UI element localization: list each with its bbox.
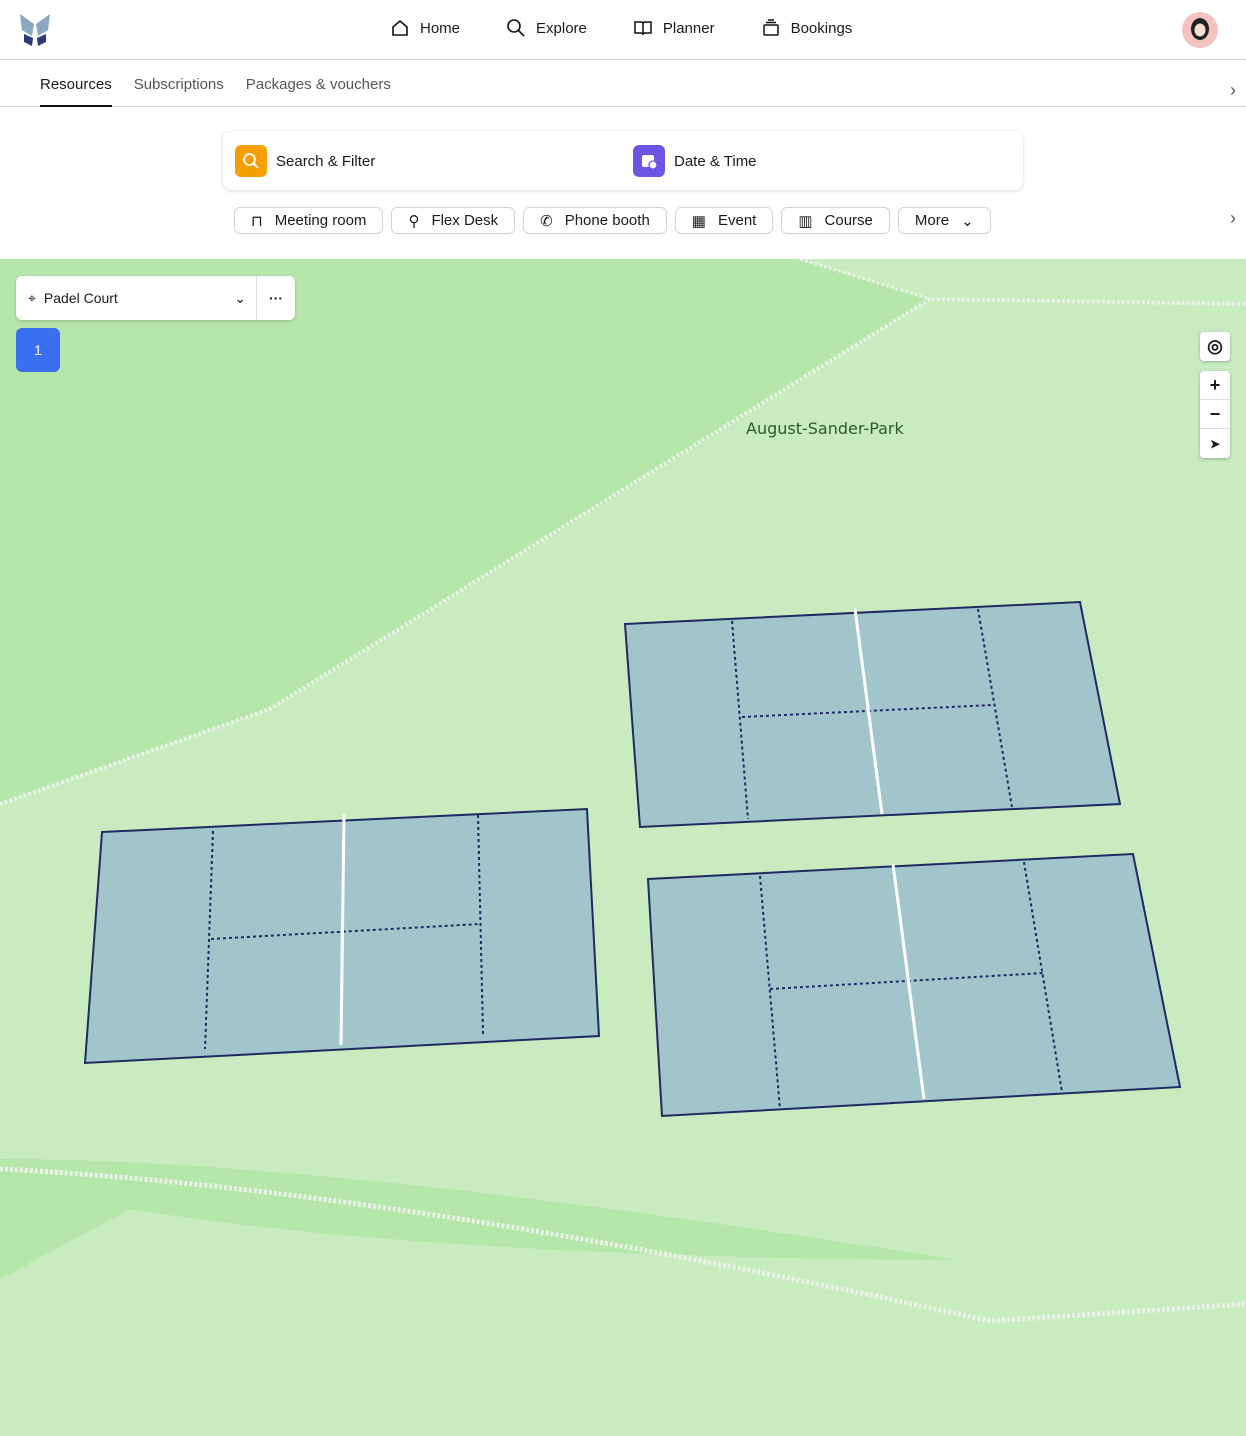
tab-subscriptions[interactable]: Subscriptions — [134, 60, 224, 107]
map[interactable]: ⌖ Padel Court ⌄ ··· 1 August-Sander-Park ◎… — [0, 259, 1246, 1436]
location-selector[interactable]: ⌖ Padel Court ⌄ ··· — [16, 276, 295, 320]
location-dropdown[interactable]: ⌖ Padel Court ⌄ — [16, 276, 257, 320]
chip-label: Meeting room — [274, 212, 367, 229]
result-count-badge[interactable]: 1 — [16, 328, 60, 372]
date-time-label: Date & Time — [674, 152, 757, 170]
chip-more[interactable]: More ⌄ — [897, 207, 991, 234]
compass-icon[interactable]: ➤ — [1200, 429, 1230, 458]
home-icon — [392, 19, 408, 36]
calendar-clock-icon — [633, 145, 665, 177]
chip-course[interactable]: ▥ Course — [781, 207, 890, 234]
nav-label: Explore — [536, 19, 587, 37]
nav-explore[interactable]: Explore — [506, 18, 587, 38]
chevron-down-icon: ⌄ — [234, 289, 246, 306]
chip-label: Flex Desk — [431, 212, 499, 229]
search-filter-button[interactable]: Search & Filter — [235, 145, 375, 177]
chip-event[interactable]: ▦ Event — [674, 207, 774, 234]
chip-label: Phone booth — [564, 212, 650, 229]
search-icon — [235, 145, 267, 177]
zoom-controls: + − ➤ — [1200, 371, 1230, 458]
top-nav: Home Explore Planner Bookings — [0, 0, 1246, 60]
locate-button[interactable]: ◎ — [1200, 332, 1230, 361]
chip-phone-booth[interactable]: ✆ Phone booth — [523, 207, 667, 234]
chevron-down-icon: ⌄ — [961, 212, 974, 230]
phone-icon: ✆ — [540, 212, 553, 230]
park-label: August-Sander-Park — [746, 419, 904, 438]
chips-scroll-right[interactable]: › — [1230, 208, 1236, 229]
chip-flex-desk[interactable]: ⚲ Flex Desk — [391, 207, 516, 234]
nav-home[interactable]: Home — [390, 18, 460, 38]
zoom-in-button[interactable]: + — [1200, 371, 1230, 400]
search-icon — [507, 19, 525, 37]
date-time-button[interactable]: Date & Time — [633, 145, 757, 177]
chevron-right-icon[interactable]: › — [1230, 80, 1236, 101]
chair-icon: ⚲ — [408, 212, 420, 230]
calendar-icon: ▦ — [691, 212, 706, 230]
books-icon: ▥ — [798, 212, 813, 230]
door-icon: ⊓ — [251, 212, 263, 230]
nav-label: Home — [420, 19, 461, 37]
search-panel: Search & Filter Date & Time — [223, 131, 1023, 190]
location-label: Padel Court — [43, 290, 118, 306]
category-chips: ⊓ Meeting room ⚲ Flex Desk ✆ Phone booth ▦ E… — [234, 207, 991, 234]
tab-packages[interactable]: Packages & vouchers — [246, 60, 391, 107]
stack-icon — [762, 19, 779, 36]
chip-label: Course — [824, 212, 873, 229]
avatar[interactable] — [1182, 12, 1218, 48]
tab-bar: Resources Subscriptions Packages & vouch… — [0, 60, 1246, 107]
more-options-button[interactable]: ··· — [257, 276, 295, 320]
nav-label: Bookings — [790, 19, 853, 37]
chip-meeting-room[interactable]: ⊓ Meeting room — [234, 207, 384, 234]
book-icon — [634, 21, 652, 36]
zoom-out-button[interactable]: − — [1200, 400, 1230, 429]
tab-resources[interactable]: Resources — [40, 60, 112, 107]
map-pin-icon: ⌖ — [28, 289, 36, 306]
locate-icon: ◎ — [1207, 336, 1223, 356]
chip-label: Event — [717, 212, 757, 229]
search-filter-label: Search & Filter — [276, 152, 376, 170]
nav-bookings[interactable]: Bookings — [761, 18, 853, 38]
map-canvas — [0, 259, 1246, 1436]
chip-label: More — [914, 212, 950, 229]
nav-label: Planner — [662, 19, 715, 37]
logo[interactable] — [18, 12, 52, 48]
nav-planner[interactable]: Planner — [633, 18, 715, 38]
